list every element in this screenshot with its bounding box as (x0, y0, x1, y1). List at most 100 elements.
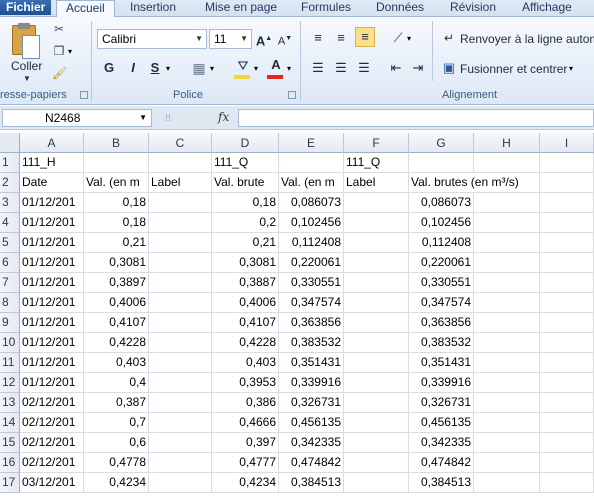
cell-c9[interactable] (149, 313, 212, 333)
tab-file[interactable]: Fichier (0, 0, 52, 15)
cell-f8[interactable] (344, 293, 409, 313)
cell-d8[interactable]: 0,4006 (212, 293, 279, 313)
cell-c1[interactable] (149, 153, 212, 173)
cell-a13[interactable]: 02/12/201 (20, 393, 84, 413)
tab-formulas[interactable]: Formules (301, 0, 351, 17)
cell-h14[interactable] (474, 413, 540, 433)
cell-h13[interactable] (474, 393, 540, 413)
cell-h6[interactable] (474, 253, 540, 273)
cell-f6[interactable] (344, 253, 409, 273)
column-header-a[interactable]: A (20, 133, 84, 153)
cell-a17[interactable]: 03/12/201 (20, 473, 84, 493)
cell-e1[interactable] (279, 153, 344, 173)
cell-f10[interactable] (344, 333, 409, 353)
cell-h3[interactable] (474, 193, 540, 213)
cell-e14[interactable]: 0,456135 (279, 413, 344, 433)
cell-d5[interactable]: 0,21 (212, 233, 279, 253)
tab-insert[interactable]: Insertion (130, 0, 176, 17)
cell-a8[interactable]: 01/12/201 (20, 293, 84, 313)
cell-g16[interactable]: 0,474842 (409, 453, 474, 473)
cell-e13[interactable]: 0,326731 (279, 393, 344, 413)
cell-a2[interactable]: Date (20, 173, 84, 193)
cell-b11[interactable]: 0,403 (84, 353, 149, 373)
cell-f15[interactable] (344, 433, 409, 453)
align-top-icon[interactable]: ≡ (309, 29, 327, 47)
increase-indent-icon[interactable]: ⇥ (409, 59, 427, 77)
name-box[interactable]: N2468 ▼ (2, 109, 152, 127)
cell-g2[interactable]: Val. brutes (en m³/s) (409, 173, 540, 193)
cell-g14[interactable]: 0,456135 (409, 413, 474, 433)
fill-color-icon[interactable]: ⛛ (234, 57, 252, 75)
cell-h17[interactable] (474, 473, 540, 493)
cell-c3[interactable] (149, 193, 212, 213)
tab-home[interactable]: Accueil (56, 0, 115, 18)
align-bottom-icon[interactable]: ≡ (355, 27, 375, 47)
row-header-10[interactable]: 10 (0, 333, 20, 353)
insert-function-button[interactable]: fx (218, 110, 229, 124)
underline-button[interactable]: S (146, 59, 164, 77)
orientation-icon[interactable]: ⟋ (389, 29, 407, 47)
cell-i13[interactable] (540, 393, 594, 413)
cell-b13[interactable]: 0,387 (84, 393, 149, 413)
row-header-3[interactable]: 3 (0, 193, 20, 213)
cell-c14[interactable] (149, 413, 212, 433)
cell-f4[interactable] (344, 213, 409, 233)
cell-g9[interactable]: 0,363856 (409, 313, 474, 333)
cell-h15[interactable] (474, 433, 540, 453)
cell-b15[interactable]: 0,6 (84, 433, 149, 453)
cell-b2[interactable]: Val. (en m (84, 173, 149, 193)
row-header-14[interactable]: 14 (0, 413, 20, 433)
cell-f2[interactable]: Label (344, 173, 409, 193)
cell-d11[interactable]: 0,403 (212, 353, 279, 373)
cell-h9[interactable] (474, 313, 540, 333)
cell-e5[interactable]: 0,112408 (279, 233, 344, 253)
cell-a4[interactable]: 01/12/201 (20, 213, 84, 233)
cell-i9[interactable] (540, 313, 594, 333)
cell-g4[interactable]: 0,102456 (409, 213, 474, 233)
cell-d3[interactable]: 0,18 (212, 193, 279, 213)
bold-button[interactable]: G (100, 59, 118, 77)
cell-e2[interactable]: Val. (en m (279, 173, 344, 193)
cell-e16[interactable]: 0,474842 (279, 453, 344, 473)
cell-b1[interactable] (84, 153, 149, 173)
cell-i2[interactable] (540, 173, 594, 193)
row-header-4[interactable]: 4 (0, 213, 20, 233)
cell-f11[interactable] (344, 353, 409, 373)
cell-h5[interactable] (474, 233, 540, 253)
cell-c7[interactable] (149, 273, 212, 293)
row-header-9[interactable]: 9 (0, 313, 20, 333)
cell-d9[interactable]: 0,4107 (212, 313, 279, 333)
cell-a1[interactable]: 111_H (20, 153, 84, 173)
row-header-1[interactable]: 1 (0, 153, 20, 173)
copy-icon[interactable]: ❐ (52, 44, 66, 58)
cell-i14[interactable] (540, 413, 594, 433)
cell-d4[interactable]: 0,2 (212, 213, 279, 233)
cell-d6[interactable]: 0,3081 (212, 253, 279, 273)
merge-center-icon[interactable]: ▣ (440, 59, 458, 77)
cell-f9[interactable] (344, 313, 409, 333)
grow-font-button[interactable]: A▲ (255, 30, 273, 48)
tab-view[interactable]: Affichage (522, 0, 572, 17)
cell-i11[interactable] (540, 353, 594, 373)
cell-c17[interactable] (149, 473, 212, 493)
cell-g15[interactable]: 0,342335 (409, 433, 474, 453)
cell-g7[interactable]: 0,330551 (409, 273, 474, 293)
cell-h8[interactable] (474, 293, 540, 313)
cell-i7[interactable] (540, 273, 594, 293)
cell-d12[interactable]: 0,3953 (212, 373, 279, 393)
row-header-5[interactable]: 5 (0, 233, 20, 253)
font-color-icon[interactable]: A (267, 56, 285, 74)
cell-f13[interactable] (344, 393, 409, 413)
cell-f3[interactable] (344, 193, 409, 213)
cell-a7[interactable]: 01/12/201 (20, 273, 84, 293)
cell-g8[interactable]: 0,347574 (409, 293, 474, 313)
cell-a14[interactable]: 02/12/201 (20, 413, 84, 433)
tab-review[interactable]: Révision (450, 0, 496, 17)
cell-e11[interactable]: 0,351431 (279, 353, 344, 373)
cell-h10[interactable] (474, 333, 540, 353)
cell-h16[interactable] (474, 453, 540, 473)
cell-c16[interactable] (149, 453, 212, 473)
cell-e9[interactable]: 0,363856 (279, 313, 344, 333)
cell-i5[interactable] (540, 233, 594, 253)
font-color-dropdown-icon[interactable]: ▾ (287, 64, 291, 73)
